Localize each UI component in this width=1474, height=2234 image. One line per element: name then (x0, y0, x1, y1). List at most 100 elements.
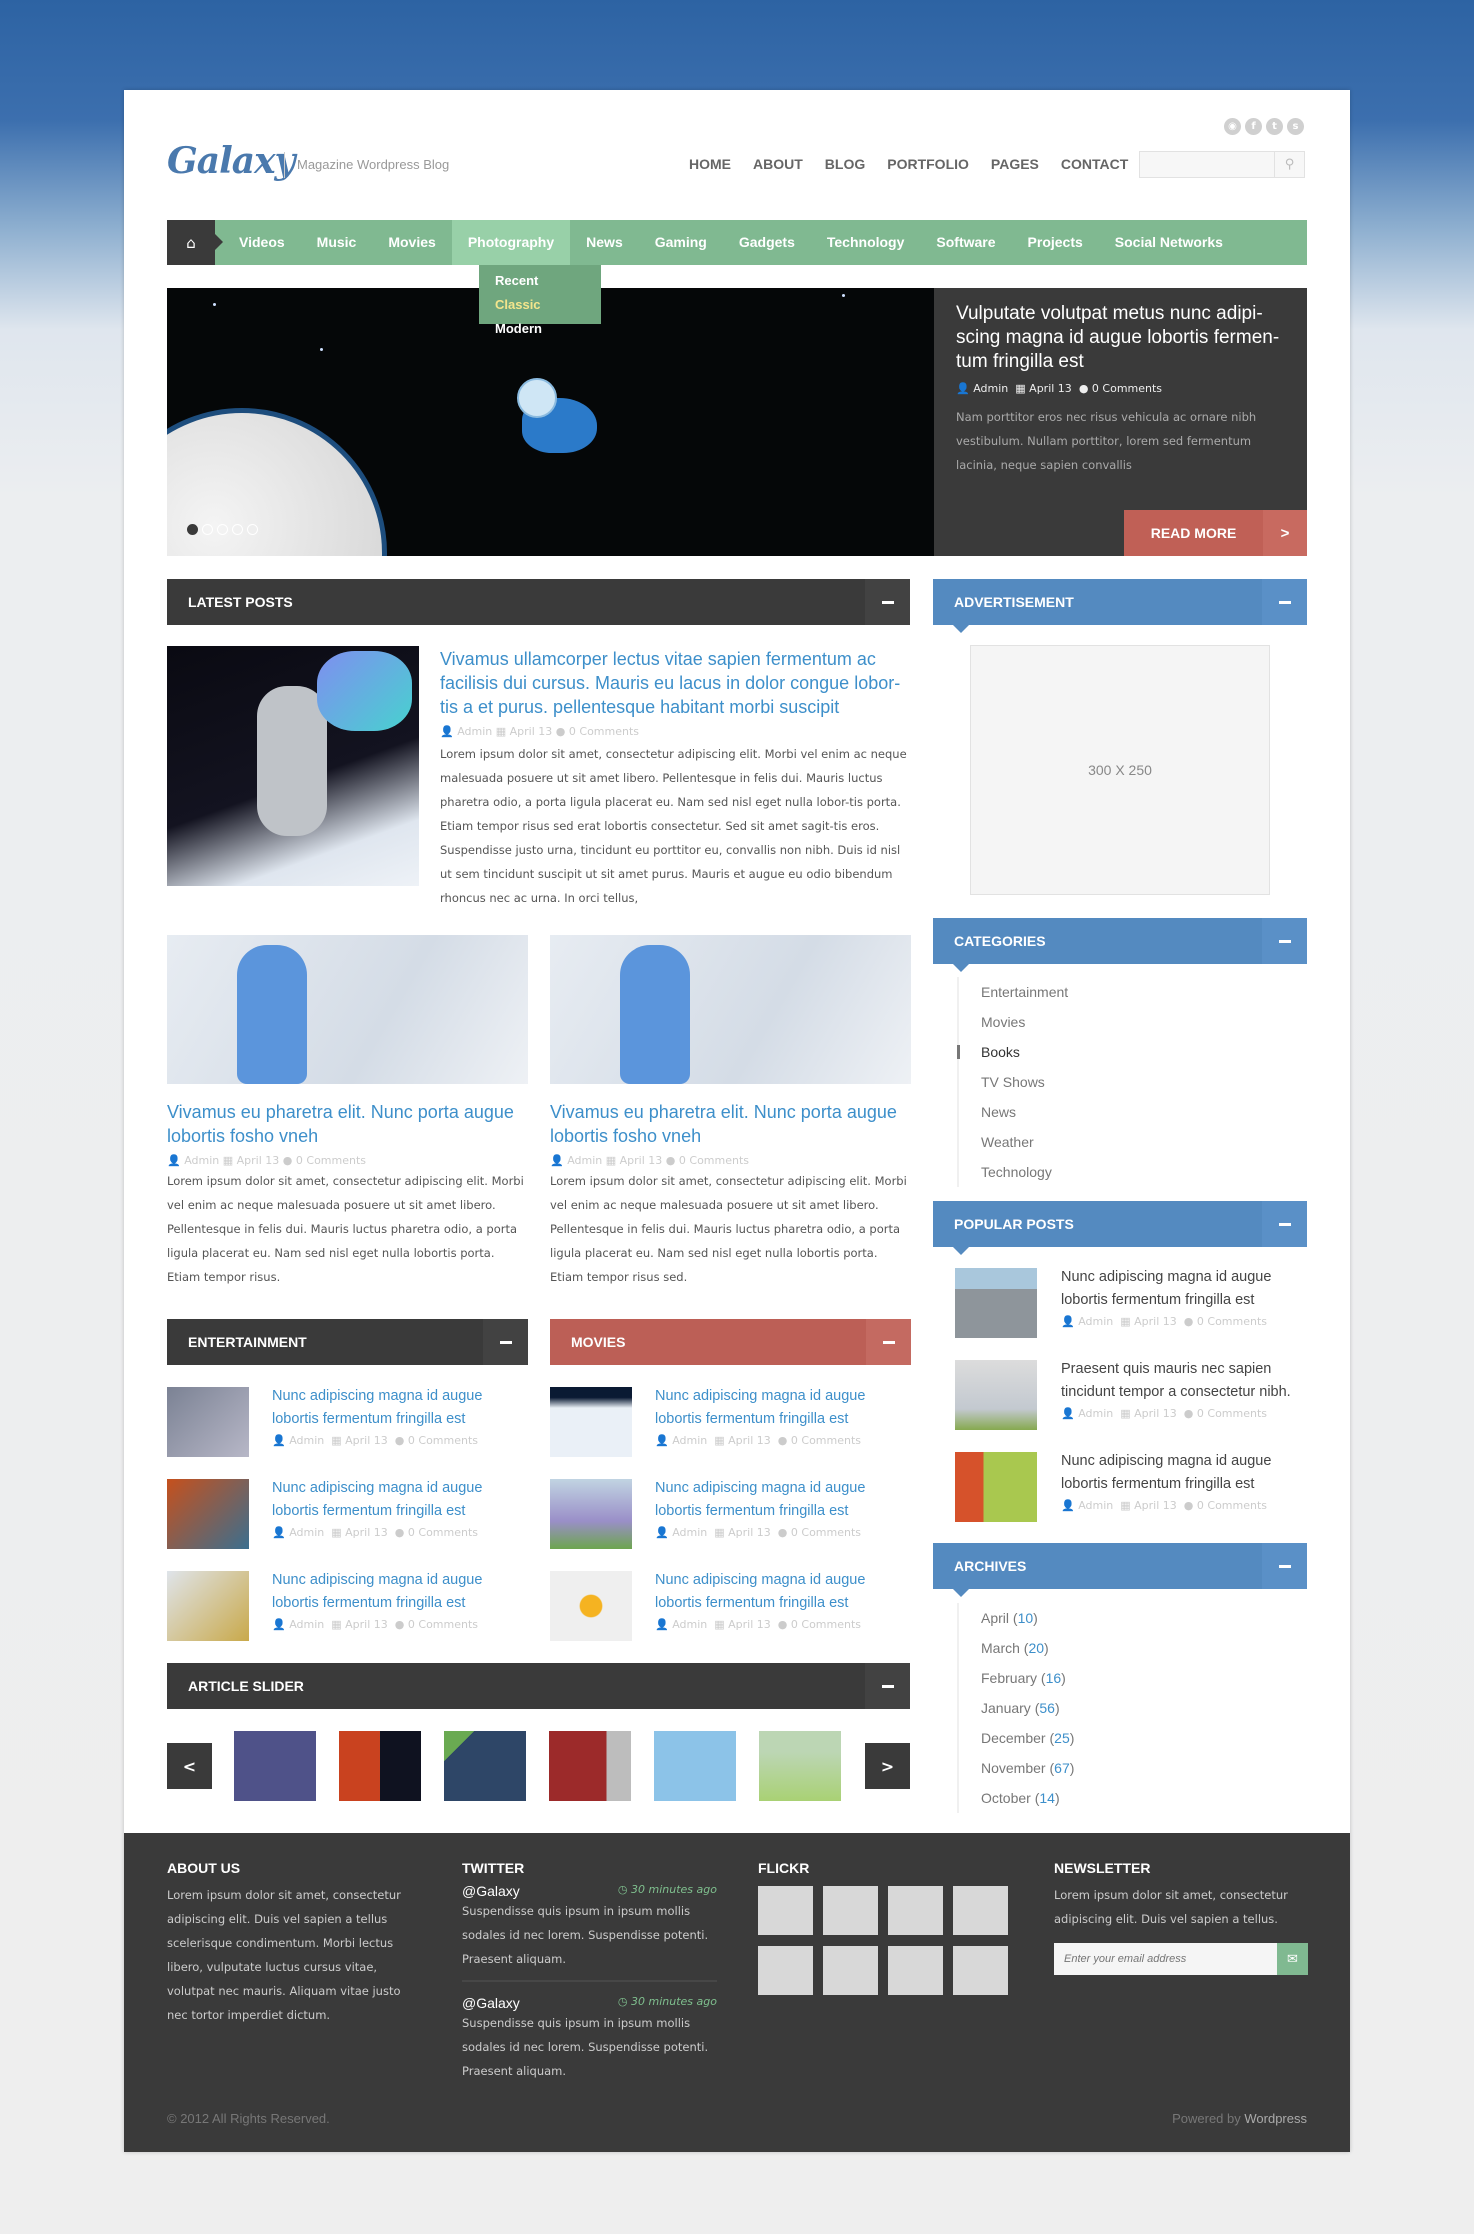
category-technology[interactable]: Technology (981, 1157, 1257, 1187)
slider-dot[interactable] (217, 524, 228, 535)
nav-contact[interactable]: CONTACT (1061, 156, 1128, 172)
facebook-icon[interactable]: f (1245, 118, 1262, 135)
category-entertainment[interactable]: Entertainment (981, 977, 1257, 1007)
search-button[interactable]: ⚲ (1274, 152, 1304, 177)
cat-gadgets[interactable]: Gadgets (723, 220, 811, 265)
slider-dot[interactable] (247, 524, 258, 535)
home-button[interactable]: ⌂ (167, 220, 223, 265)
slider-dot[interactable] (232, 524, 243, 535)
collapse-button[interactable] (865, 579, 910, 625)
cat-news[interactable]: News (570, 220, 639, 265)
slider-next-button[interactable]: > (865, 1743, 910, 1789)
grid-post-title[interactable]: Vivamus eu pharetra elit. Nunc porta aug… (550, 1100, 911, 1148)
flickr-photo[interactable] (888, 1946, 943, 1995)
cat-photography[interactable]: Photography (451, 220, 571, 265)
cat-gaming[interactable]: Gaming (639, 220, 723, 265)
flickr-photo[interactable] (953, 1946, 1008, 1995)
archive-november[interactable]: November (67) (981, 1753, 1257, 1783)
cat-projects[interactable]: Projects (1012, 220, 1099, 265)
grid-post-image[interactable] (167, 935, 528, 1084)
read-more-button[interactable]: READ MORE > (1124, 510, 1307, 556)
slider-thumb[interactable] (444, 1731, 526, 1801)
slider-thumb[interactable] (339, 1731, 421, 1801)
slider-thumb[interactable] (549, 1731, 631, 1801)
nav-pages[interactable]: PAGES (991, 156, 1039, 172)
ad-placeholder[interactable]: 300 X 250 (970, 645, 1270, 895)
slider-dot[interactable] (202, 524, 213, 535)
collapse-button[interactable] (1262, 1543, 1307, 1589)
archive-december[interactable]: December (25) (981, 1723, 1257, 1753)
archive-april[interactable]: April (10) (981, 1603, 1257, 1633)
archive-march[interactable]: March (20) (981, 1633, 1257, 1663)
flickr-photo[interactable] (758, 1886, 813, 1935)
collapse-button[interactable] (483, 1319, 528, 1365)
cat-movies[interactable]: Movies (372, 220, 451, 265)
cat-social-networks[interactable]: Social Networks (1099, 220, 1239, 265)
rss-icon[interactable]: ◉ (1224, 118, 1241, 135)
tweet-handle[interactable]: @Galaxy (462, 1995, 520, 2011)
slider-dot[interactable] (187, 524, 198, 535)
cat-technology[interactable]: Technology (811, 220, 921, 265)
newsletter-submit-button[interactable]: ✉ (1277, 1943, 1308, 1975)
slider-prev-button[interactable]: < (167, 1743, 212, 1789)
flickr-photo[interactable] (823, 1886, 878, 1935)
slider-thumb[interactable] (654, 1731, 736, 1801)
post-thumbnail[interactable] (167, 1387, 249, 1457)
nav-blog[interactable]: BLOG (825, 156, 865, 172)
category-books[interactable]: Books (957, 1037, 1257, 1067)
twitter-icon[interactable]: t (1266, 118, 1283, 135)
archive-october[interactable]: October (14) (981, 1783, 1257, 1813)
post-thumbnail[interactable] (955, 1360, 1037, 1430)
post-thumbnail[interactable] (955, 1268, 1037, 1338)
wordpress-link[interactable]: Wordpress (1244, 2111, 1307, 2126)
cat-music[interactable]: Music (301, 220, 373, 265)
tweet-handle[interactable]: @Galaxy (462, 1883, 520, 1899)
post-thumbnail[interactable] (550, 1479, 632, 1549)
category-movies[interactable]: Movies (981, 1007, 1257, 1037)
site-logo[interactable]: Galaxy (167, 140, 295, 182)
category-weather[interactable]: Weather (981, 1127, 1257, 1157)
nav-home[interactable]: HOME (689, 156, 731, 172)
category-news[interactable]: News (981, 1097, 1257, 1127)
post-title[interactable]: Nunc adipiscing magna id augue lobortis … (272, 1385, 528, 1431)
dropdown-item-recent[interactable]: Recent (495, 269, 585, 293)
category-tv-shows[interactable]: TV Shows (981, 1067, 1257, 1097)
flickr-photo[interactable] (953, 1886, 1008, 1935)
nav-portfolio[interactable]: PORTFOLIO (887, 156, 969, 172)
post-thumbnail[interactable] (550, 1387, 632, 1457)
search-input[interactable] (1140, 152, 1272, 177)
post-title[interactable]: Nunc adipiscing magna id augue lobortis … (1061, 1450, 1307, 1496)
post-thumbnail[interactable] (550, 1571, 632, 1641)
collapse-button[interactable] (865, 1663, 910, 1709)
post-thumbnail[interactable] (955, 1452, 1037, 1522)
post-title[interactable]: Nunc adipiscing magna id augue lobortis … (655, 1385, 911, 1431)
dropdown-item-modern[interactable]: Modern (495, 317, 585, 341)
grid-post-image[interactable] (550, 935, 911, 1084)
post-thumbnail[interactable] (167, 1571, 249, 1641)
post-title[interactable]: Nunc adipiscing magna id augue lobortis … (655, 1569, 911, 1615)
post-thumbnail[interactable] (167, 1479, 249, 1549)
post-title[interactable]: Nunc adipiscing magna id augue lobortis … (272, 1569, 528, 1615)
nav-about[interactable]: ABOUT (753, 156, 803, 172)
post-title[interactable]: Praesent quis mauris nec sapien tincidun… (1061, 1358, 1307, 1404)
collapse-button[interactable] (1262, 1201, 1307, 1247)
cat-software[interactable]: Software (920, 220, 1011, 265)
newsletter-email-input[interactable] (1054, 1943, 1277, 1975)
featured-post-title[interactable]: Vivamus ullamcorper lectus vitae sapien … (440, 647, 910, 719)
slider-thumb[interactable] (234, 1731, 316, 1801)
post-title[interactable]: Nunc adipiscing magna id augue lobortis … (272, 1477, 528, 1523)
collapse-button[interactable] (866, 1319, 911, 1365)
collapse-button[interactable] (1262, 918, 1307, 964)
collapse-button[interactable] (1262, 579, 1307, 625)
post-title[interactable]: Nunc adipiscing magna id augue lobortis … (1061, 1266, 1307, 1312)
flickr-photo[interactable] (823, 1946, 878, 1995)
post-title[interactable]: Nunc adipiscing magna id augue lobortis … (655, 1477, 911, 1523)
archive-february[interactable]: February (16) (981, 1663, 1257, 1693)
archive-january[interactable]: January (56) (981, 1693, 1257, 1723)
dropdown-item-classic[interactable]: Classic (495, 293, 585, 317)
grid-post-title[interactable]: Vivamus eu pharetra elit. Nunc porta aug… (167, 1100, 528, 1148)
flickr-photo[interactable] (758, 1946, 813, 1995)
featured-post-image[interactable] (167, 646, 419, 886)
slider-thumb[interactable] (759, 1731, 841, 1801)
flickr-photo[interactable] (888, 1886, 943, 1935)
